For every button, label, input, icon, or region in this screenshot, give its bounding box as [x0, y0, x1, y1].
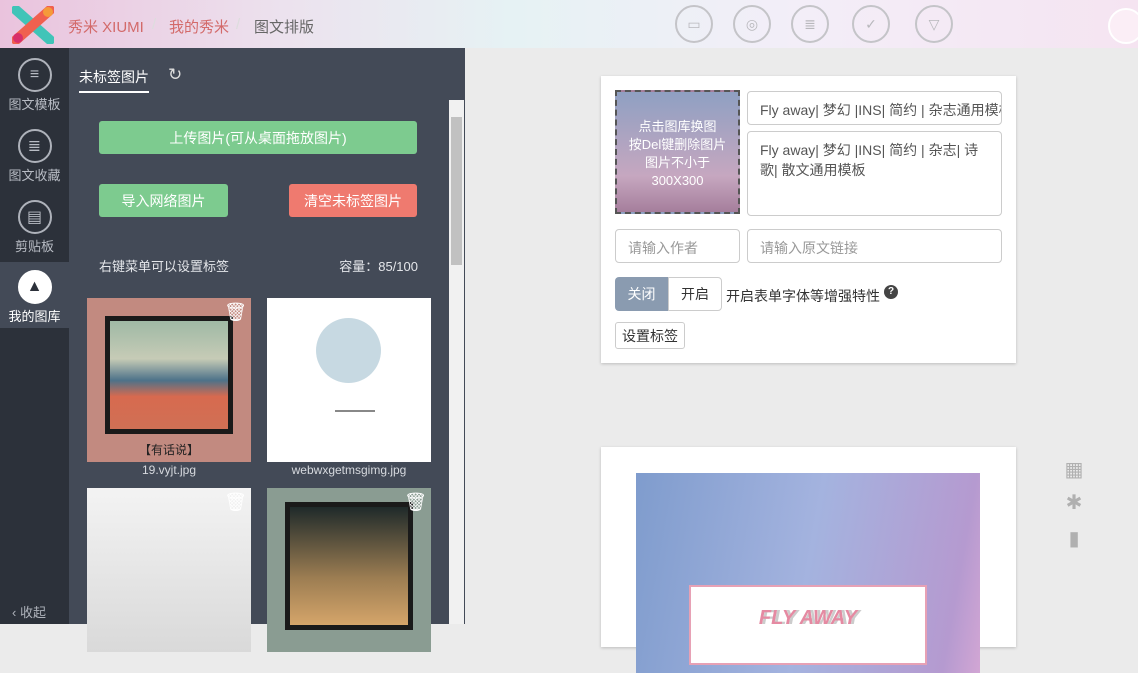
bar-chart-icon[interactable]: ▮ — [1063, 526, 1085, 548]
image-filename: 19.vyjt.jpg — [87, 463, 251, 477]
set-tag-button[interactable]: 设置标签 — [615, 322, 685, 349]
rail-label: 我的图库 — [8, 309, 60, 324]
user-avatar[interactable] — [1108, 8, 1138, 44]
preview-cover-image: FLY AWAY — [636, 473, 980, 673]
collapse-label: 收起 — [20, 605, 46, 620]
capacity-label: 容量：85/100 — [339, 256, 418, 275]
panel-scrollbar[interactable] — [449, 100, 464, 624]
gallery-image[interactable]: 【有话说】 🗑 — [87, 298, 251, 462]
scrollbar-thumb[interactable] — [451, 117, 462, 265]
clipboard-icon: ▤ — [18, 200, 52, 234]
rail-item-gallery[interactable]: ▲ 我的图库 — [0, 262, 69, 328]
source-link-input[interactable]: 请输入原文链接 — [747, 229, 1002, 263]
right-click-hint: 右键菜单可以设置标签 — [99, 256, 229, 275]
gallery-image[interactable]: 🗑 — [87, 488, 251, 652]
folder-icon[interactable]: ▭ — [675, 5, 713, 43]
image-caption-text: 【有话说】 — [87, 441, 251, 458]
chevron-left-icon: ‹ — [12, 605, 20, 620]
preview-icon[interactable]: ◎ — [733, 5, 771, 43]
summary-textarea[interactable]: Fly away| 梦幻 |INS| 简约 | 杂志| 诗歌| 散文通用模板 — [747, 131, 1002, 216]
trash-icon[interactable]: 🗑 — [224, 302, 247, 323]
toggle-off-button[interactable]: 关闭 — [615, 277, 668, 311]
nav-rail: ≡ 图文模板 ≣ 图文收藏 ▤ 剪贴板 ▲ 我的图库 ‹ 收起 — [0, 48, 69, 624]
triangle-down-icon[interactable]: ▽ — [915, 5, 953, 43]
gallery-image[interactable] — [267, 298, 431, 462]
article-preview-card: FLY AWAY — [601, 447, 1016, 647]
cover-image[interactable]: 点击图库换图 按Del键删除图片 图片不小于 300X300 — [615, 90, 740, 214]
cover-hint: 点击图库换图 — [617, 118, 738, 136]
favorite-icon: ≣ — [18, 129, 52, 163]
tab-untagged[interactable]: 未标签图片 — [79, 67, 149, 93]
grid-icon[interactable]: ▦ — [1063, 457, 1085, 479]
gallery-icon: ▲ — [18, 270, 52, 304]
rail-item-favorites[interactable]: ≣ 图文收藏 — [0, 121, 69, 185]
xiumi-logo[interactable] — [12, 6, 54, 44]
check-icon[interactable]: ✓ — [852, 5, 890, 43]
top-header: 秀米 XIUMI / 我的秀米 / 图文排版 ▭ ◎ ≣ ✓ ▽ — [0, 0, 1138, 48]
gallery-image[interactable]: 🗑 — [267, 488, 431, 652]
breadcrumb-my-xiumi[interactable]: 我的秀米 — [169, 16, 229, 37]
breadcrumb-current: 图文排版 — [254, 16, 314, 37]
cover-hint: 按Del键删除图片 — [617, 136, 738, 154]
gallery-panel: 未标签图片 ↻ 上传图片(可从桌面拖放图片) 导入网络图片 清空未标签图片 右键… — [69, 48, 465, 624]
rail-label: 图文模板 — [8, 97, 60, 112]
import-web-image-button[interactable]: 导入网络图片 — [99, 184, 228, 217]
image-filename: webwxgetmsgimg.jpg — [267, 463, 431, 477]
clear-untagged-button[interactable]: 清空未标签图片 — [289, 184, 417, 217]
breadcrumb-separator: / — [152, 16, 156, 33]
enhance-label: 开启表单字体等增强特性 — [726, 286, 880, 306]
title-input[interactable]: Fly away| 梦幻 |INS| 简约 | 杂志通用模板 — [747, 91, 1002, 125]
asterisk-icon[interactable]: ✱ — [1063, 490, 1085, 512]
article-settings-card: 点击图库换图 按Del键删除图片 图片不小于 300X300 Fly away|… — [601, 76, 1016, 363]
trash-icon[interactable]: 🗑 — [404, 492, 427, 513]
breadcrumb-separator: / — [236, 16, 240, 33]
cover-hint: 图片不小于 — [617, 154, 738, 172]
list-icon: ≡ — [18, 58, 52, 92]
breadcrumb-home[interactable]: 秀米 XIUMI — [68, 16, 144, 37]
rail-item-clipboard[interactable]: ▤ 剪贴板 — [0, 192, 69, 256]
rail-item-templates[interactable]: ≡ 图文模板 — [0, 50, 69, 114]
rail-label: 图文收藏 — [8, 168, 60, 183]
trash-icon[interactable]: 🗑 — [224, 492, 247, 513]
toggle-on-button[interactable]: 开启 — [668, 277, 722, 311]
collapse-button[interactable]: ‹ 收起 — [12, 602, 46, 621]
help-icon[interactable]: ? — [884, 285, 898, 299]
rail-label: 剪贴板 — [15, 239, 54, 254]
refresh-icon[interactable]: ↻ — [168, 65, 182, 85]
cover-hint: 300X300 — [617, 172, 738, 190]
preview-heading: FLY AWAY — [689, 585, 927, 665]
print-icon[interactable]: ≣ — [791, 5, 829, 43]
upload-button[interactable]: 上传图片(可从桌面拖放图片) — [99, 121, 417, 154]
author-input[interactable]: 请输入作者 — [615, 229, 740, 263]
